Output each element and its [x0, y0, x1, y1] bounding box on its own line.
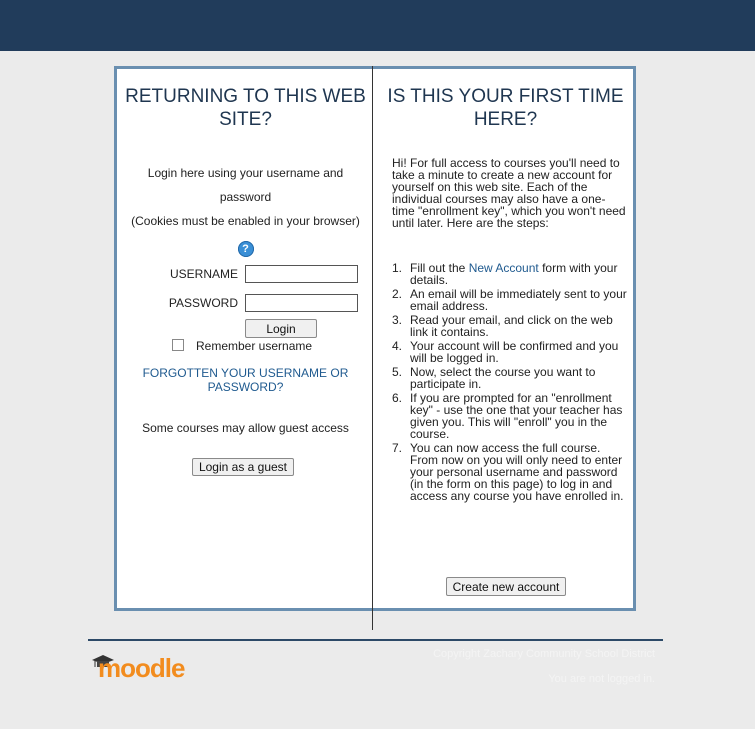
guest-login-button[interactable]: Login as a guest — [192, 458, 294, 476]
password-row: PASSWORD — [117, 294, 374, 314]
logo-text: moodle — [98, 653, 185, 683]
list-item: 3. Read your email, and click on the web … — [392, 314, 628, 338]
create-account-button[interactable]: Create new account — [446, 577, 566, 596]
step-text: An email will be immediately sent to you… — [410, 287, 627, 313]
signup-intro: Hi! For full access to courses you'll ne… — [392, 156, 626, 230]
list-item: 6. If you are prompted for an "enrollment… — [392, 392, 628, 440]
login-button[interactable]: Login — [245, 319, 317, 338]
step-text: Read your email, and click on the web li… — [410, 313, 613, 339]
step-number: 4. — [392, 339, 403, 353]
login-box: RETURNING TO THIS WEB SITE? Login here u… — [114, 66, 636, 611]
login-instructions: Login here using your username and passw… — [127, 161, 364, 257]
step-text: You can now access the full course. From… — [410, 441, 624, 503]
password-input[interactable] — [245, 294, 358, 312]
footer-divider — [88, 639, 663, 641]
forgot-password-link[interactable]: FORGOTTEN YOUR USERNAME OR PASSWORD? — [127, 366, 364, 394]
step-text: Now, select the course you want to parti… — [410, 365, 596, 391]
step-number: 7. — [392, 441, 403, 455]
cookies-note: (Cookies must be enabled in your browser… — [127, 209, 364, 257]
step-number: 2. — [392, 287, 403, 301]
username-input[interactable] — [245, 265, 358, 283]
step-text: If you are prompted for an "enrollment k… — [410, 391, 623, 441]
step-number: 1. — [392, 261, 403, 275]
login-status-text: You are not logged in. — [548, 673, 655, 685]
list-item: 7. You can now access the full course. Fr… — [392, 442, 628, 502]
step-text: Your account will be confirmed and you w… — [410, 339, 619, 365]
panel-divider — [372, 66, 373, 630]
list-item: 2. An email will be immediately sent to y… — [392, 288, 628, 312]
top-banner — [0, 0, 755, 51]
signup-steps: 1. Fill out the New Account form with you… — [392, 262, 628, 504]
first-time-heading: IS THIS YOUR FIRST TIME HERE? — [387, 86, 624, 130]
help-icon[interactable]: ? — [237, 241, 254, 257]
username-label: USERNAME — [169, 267, 238, 281]
remember-username-checkbox[interactable] — [172, 339, 184, 351]
new-account-link[interactable]: New Account — [469, 261, 539, 275]
cookies-note-text: (Cookies must be enabled in your browser… — [131, 214, 360, 228]
guest-access-text: Some courses may allow guest access — [142, 421, 349, 435]
login-intro-text: Login here using your username and passw… — [147, 166, 344, 204]
list-item: 1. Fill out the New Account form with you… — [392, 262, 628, 286]
step-number: 5. — [392, 365, 403, 379]
returning-heading: RETURNING TO THIS WEB SITE? — [125, 86, 366, 130]
step-number: 3. — [392, 313, 403, 327]
remember-username-label: Remember username — [196, 339, 313, 353]
step-number: 6. — [392, 391, 403, 405]
list-item: 4. Your account will be confirmed and you… — [392, 340, 628, 364]
list-item: 5. Now, select the course you want to par… — [392, 366, 628, 390]
copyright-text: Copyright Zachary Community School Distr… — [433, 648, 655, 660]
remember-username-row: Remember username — [172, 339, 312, 353]
username-row: USERNAME — [117, 265, 374, 285]
password-label: PASSWORD — [168, 296, 238, 310]
